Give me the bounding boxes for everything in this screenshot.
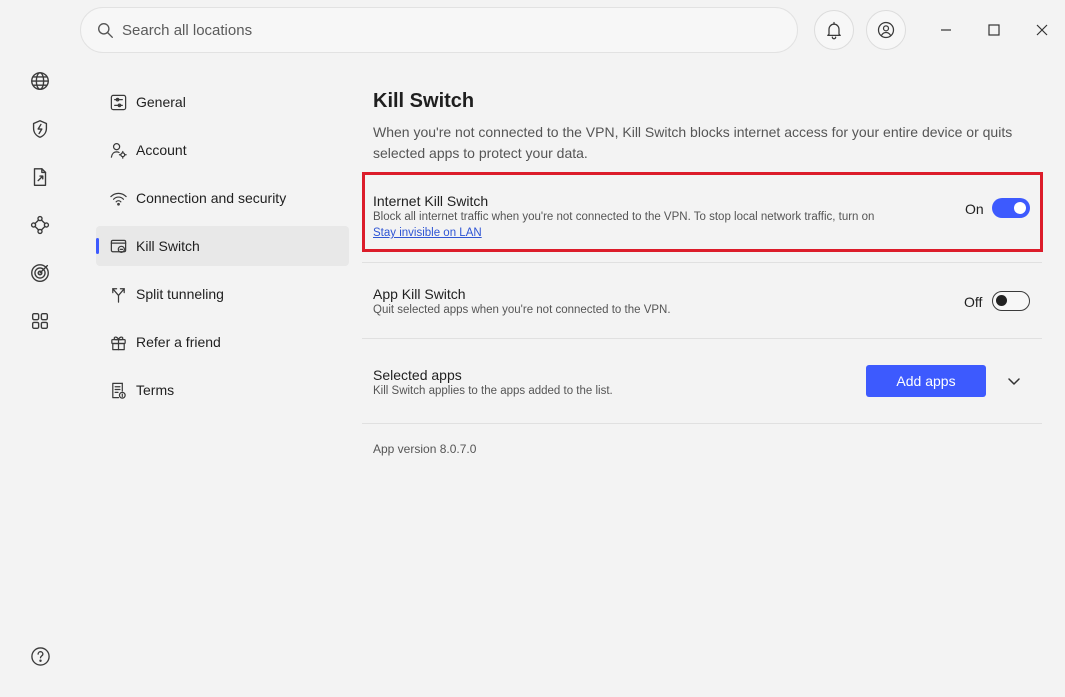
apps-grid-icon[interactable]: [27, 308, 53, 334]
nav-item-general[interactable]: General: [96, 82, 349, 122]
sliders-icon: [108, 92, 128, 112]
search-input[interactable]: Search all locations: [122, 22, 252, 39]
bell-icon: [827, 21, 841, 40]
help-icon: [30, 646, 50, 666]
nav-item-kill-switch[interactable]: Kill Switch: [96, 226, 349, 266]
page-description: When you're not connected to the VPN, Ki…: [373, 124, 1013, 161]
selected-apps-description: Kill Switch applies to the apps added to…: [373, 385, 613, 397]
globe-icon[interactable]: [27, 68, 53, 94]
account-button[interactable]: [866, 10, 906, 50]
nav-label: Connection and security: [136, 190, 287, 206]
divider: [362, 423, 1042, 424]
app-kill-switch-toggle[interactable]: [992, 291, 1030, 311]
app-kill-switch-description: Quit selected apps when you're not conne…: [373, 304, 671, 316]
search-icon: [98, 22, 113, 38]
divider: [362, 262, 1042, 263]
file-share-icon[interactable]: [27, 164, 53, 190]
close-button[interactable]: [1026, 14, 1058, 46]
maximize-icon: [988, 24, 1000, 36]
search-bar[interactable]: Search all locations: [80, 7, 798, 53]
nordvpn-settings-window: Search all locations General Account Con…: [0, 0, 1065, 697]
user-circle-icon: [877, 21, 895, 39]
nav-label: Split tunneling: [136, 286, 224, 302]
threat-radar-icon[interactable]: [27, 260, 53, 286]
nav-label: General: [136, 94, 186, 110]
internet-kill-switch-state: On: [965, 201, 984, 217]
settings-nav: General Account Connection and security …: [96, 82, 349, 418]
mesh-network-icon[interactable]: [27, 212, 53, 238]
help-button[interactable]: [29, 645, 51, 667]
nav-label: Terms: [136, 382, 175, 398]
left-icon-rail: [0, 0, 80, 697]
kill-switch-icon: [108, 236, 128, 256]
app-version: App version 8.0.7.0: [373, 442, 477, 456]
close-icon: [1036, 24, 1048, 36]
divider: [362, 338, 1042, 339]
nav-label: Kill Switch: [136, 238, 200, 254]
add-apps-button[interactable]: Add apps: [866, 365, 986, 397]
split-arrow-icon: [108, 284, 128, 304]
app-kill-switch-title: App Kill Switch: [373, 286, 466, 302]
minimize-button[interactable]: [930, 14, 962, 46]
internet-kill-switch-title: Internet Kill Switch: [373, 193, 489, 209]
gift-icon: [108, 332, 128, 352]
nav-item-refer-a-friend[interactable]: Refer a friend: [96, 322, 349, 362]
document-icon: [108, 380, 128, 400]
toggle-knob: [1014, 202, 1026, 214]
toggle-knob: [996, 295, 1007, 306]
stay-invisible-on-lan-link[interactable]: Stay invisible on LAN: [373, 227, 482, 239]
nav-item-terms[interactable]: Terms: [96, 370, 349, 410]
maximize-button[interactable]: [978, 14, 1010, 46]
shield-bolt-icon[interactable]: [27, 116, 53, 142]
internet-kill-switch-description: Block all internet traffic when you're n…: [373, 211, 875, 223]
app-kill-switch-state: Off: [964, 294, 983, 310]
nav-label: Account: [136, 142, 187, 158]
user-gear-icon: [108, 140, 128, 160]
wifi-icon: [108, 188, 128, 208]
minimize-icon: [941, 29, 951, 31]
notifications-button[interactable]: [814, 10, 854, 50]
nav-item-split-tunneling[interactable]: Split tunneling: [96, 274, 349, 314]
nav-item-account[interactable]: Account: [96, 130, 349, 170]
expand-apps-button[interactable]: [1003, 370, 1025, 392]
internet-kill-switch-toggle[interactable]: [992, 198, 1030, 218]
nav-item-connection-security[interactable]: Connection and security: [96, 178, 349, 218]
selected-apps-title: Selected apps: [373, 367, 462, 383]
page-title: Kill Switch: [373, 90, 475, 112]
chevron-down-icon: [1008, 378, 1020, 385]
nav-label: Refer a friend: [136, 334, 221, 350]
